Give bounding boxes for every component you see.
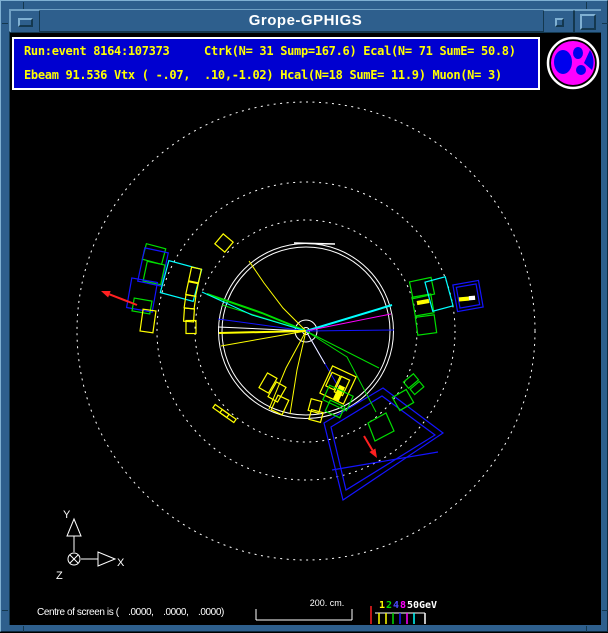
calorimeter-box <box>186 321 196 334</box>
maximize-button[interactable] <box>574 10 601 32</box>
energy-legend-value: 2 <box>386 600 392 611</box>
particle-track <box>306 314 391 331</box>
detector-chord <box>294 243 335 244</box>
energy-legend-value: GeV <box>419 600 437 611</box>
frame-notch <box>586 2 587 9</box>
sector-divider <box>332 452 438 470</box>
axis-y-label: Y <box>63 509 71 521</box>
scale-bar-label: 200. cm. <box>279 598 375 608</box>
status-bar: Centre of screen is ( .0000, .0000, .000… <box>37 607 224 618</box>
maximize-icon <box>580 14 596 30</box>
opal-logo-counter-o <box>554 50 572 74</box>
particle-track <box>249 261 306 331</box>
calorimeter-box <box>184 308 195 322</box>
frame-notch <box>2 23 8 24</box>
calorimeter-box <box>268 382 286 402</box>
calorimeter-box <box>309 410 323 423</box>
calorimeter-box <box>142 244 165 265</box>
minimize-icon <box>555 18 564 27</box>
axis-z-label: Z <box>56 570 63 582</box>
muon-chamber-sector <box>324 388 443 500</box>
window-resize-border-top[interactable] <box>1 1 608 9</box>
minimize-button[interactable] <box>543 10 574 32</box>
momentum-arrow-head <box>369 448 377 458</box>
calorimeter-box <box>140 309 156 333</box>
momentum-arrow <box>109 294 137 305</box>
axis-x-label: X <box>117 557 125 569</box>
energy-legend-value: 1 <box>379 600 385 611</box>
calorimeter-box <box>392 390 413 411</box>
frame-notch <box>602 610 608 611</box>
muon-chamber-sector <box>368 413 394 441</box>
particle-track <box>290 331 306 414</box>
window-titlebar[interactable]: Grope-GPHIGS <box>9 9 601 32</box>
calorimeter-box <box>259 373 277 393</box>
particle-track <box>269 331 306 409</box>
client-area: Run:event 8164:107373 Ctrk(N= 31 Sump=16… <box>9 32 601 625</box>
momentum-arrow-head <box>101 291 111 298</box>
axis-y-arrow <box>67 519 81 536</box>
calorimeter-box <box>456 284 479 308</box>
particle-track <box>219 331 306 333</box>
window-resize-border-left[interactable] <box>1 1 9 633</box>
frame-notch <box>2 610 8 611</box>
calorimeter-box <box>410 381 424 394</box>
opal-logo <box>546 36 600 90</box>
event-display[interactable]: Y X Z <box>10 94 602 626</box>
energy-legend-value: 8 <box>400 600 406 611</box>
calorimeter-box <box>415 315 436 335</box>
window-resize-border-right[interactable] <box>601 1 608 633</box>
axis-x-arrow <box>98 552 115 566</box>
energy-legend-value: 50 <box>407 600 419 611</box>
opal-logo-counter-a <box>576 65 586 75</box>
particle-track <box>306 305 392 331</box>
opal-logo-counter-p <box>573 47 583 59</box>
calorimeter-box <box>417 300 428 305</box>
energy-legend-value: 4 <box>393 600 399 611</box>
calorimeter-box <box>403 374 418 388</box>
frame-notch <box>586 626 587 632</box>
calorimeter-box <box>469 296 474 299</box>
frame-notch <box>23 2 24 9</box>
frame-notch <box>23 626 24 632</box>
calorimeter-box <box>215 234 233 252</box>
event-info-line1: Run:event 8164:107373 Ctrk(N= 31 Sump=16… <box>14 40 538 63</box>
event-info-panel: Run:event 8164:107373 Ctrk(N= 31 Sump=16… <box>12 37 540 90</box>
calorimeter-box <box>143 261 165 284</box>
frame-notch <box>602 23 608 24</box>
particle-track <box>306 330 394 331</box>
event-info-line2: Ebeam 91.536 Vtx ( -.07, .10,-1.02) Hcal… <box>14 64 538 87</box>
window-title: Grope-GPHIGS <box>10 12 601 29</box>
momentum-arrow <box>364 436 372 450</box>
app-window: Grope-GPHIGS Run:event 8164:107373 Ctrk(… <box>0 0 608 632</box>
calorimeter-box <box>459 297 468 301</box>
